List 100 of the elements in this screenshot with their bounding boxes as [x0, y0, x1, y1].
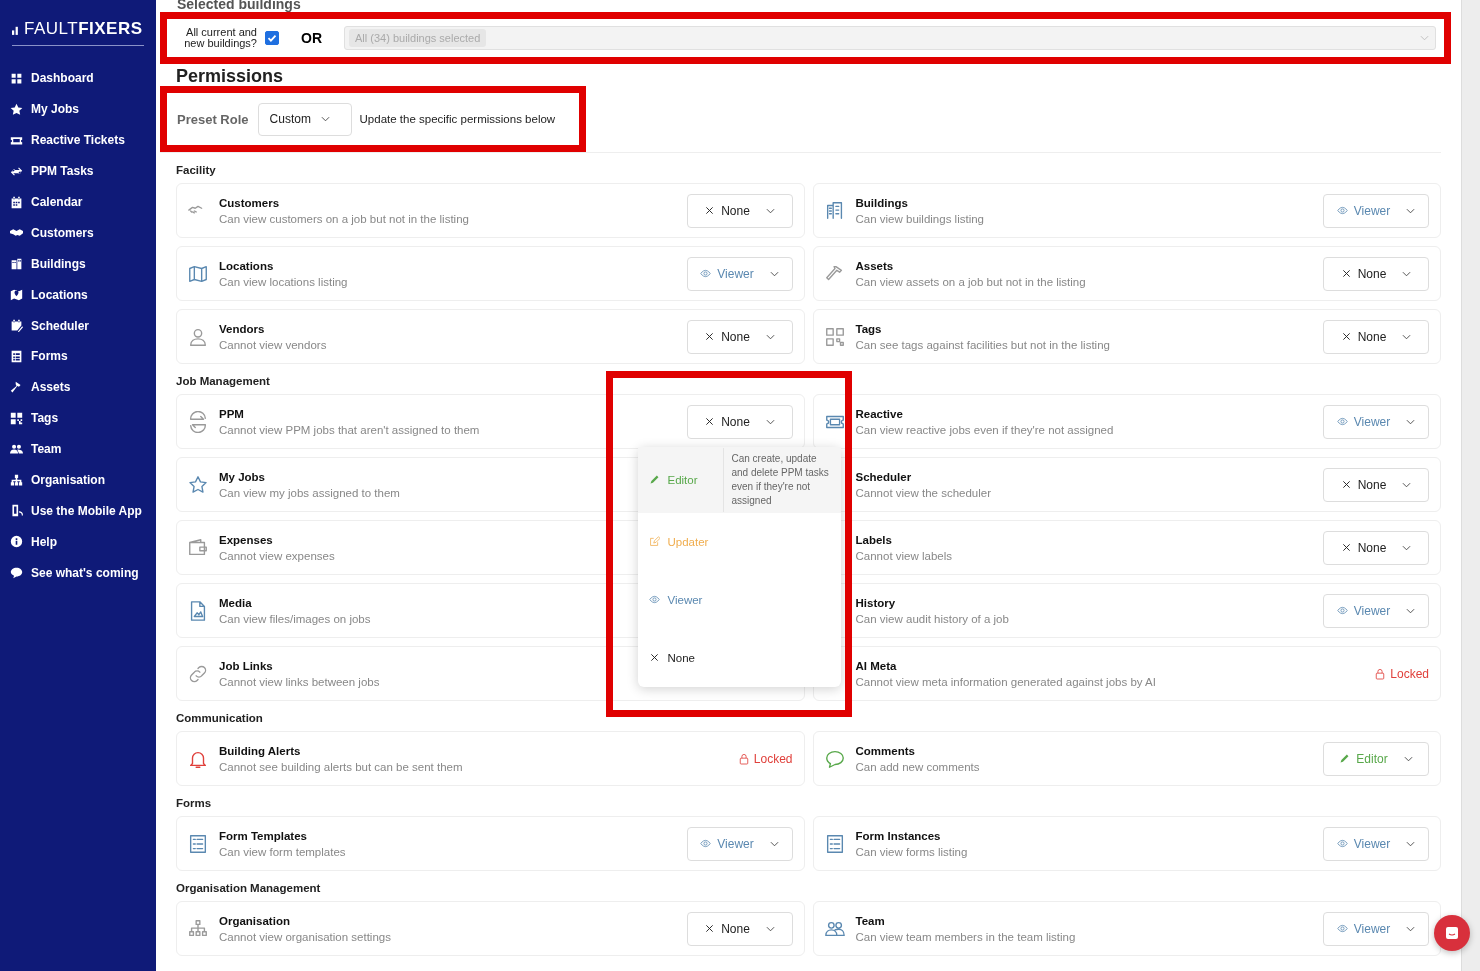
permission-description: Can view reactive jobs even if they're not assigned: [855, 423, 1114, 436]
sidebar-item[interactable]: Help: [0, 526, 156, 558]
sidebar-item[interactable]: PPM Tasks: [0, 155, 156, 187]
access-select[interactable]: Viewer: [686, 256, 793, 291]
sidebar-item[interactable]: See what's coming: [0, 557, 156, 589]
access-select[interactable]: None: [1323, 530, 1429, 565]
sidebar-item[interactable]: Reactive Tickets: [0, 124, 156, 156]
permission-description: Cannot view meta information generated against jobs by AI: [855, 675, 1156, 688]
caret-icon: [765, 418, 775, 425]
scrollbar[interactable]: [1461, 0, 1480, 971]
permission-name: Scheduler: [855, 470, 913, 483]
permission-name: Reactive: [855, 407, 904, 420]
menu-option[interactable]: Viewer: [637, 570, 841, 629]
sidebar-item[interactable]: Scheduler: [0, 310, 156, 341]
pencil-icon: [1339, 753, 1351, 764]
eye-icon: [1336, 838, 1348, 849]
permission-description: Cannot view organisation settings: [219, 930, 391, 943]
access-select[interactable]: None: [686, 911, 793, 946]
permission-name: Job Links: [219, 659, 274, 672]
calendar-icon: [10, 195, 23, 209]
permission-description: Can view form templates: [219, 845, 346, 858]
permission-description: Can view buildings listing: [855, 212, 984, 225]
section-heading: Communication: [176, 712, 264, 724]
edit-icon: [648, 536, 660, 548]
access-select[interactable]: Viewer: [686, 826, 793, 861]
permission-description: Cannot see building alerts but can be sent them: [219, 760, 463, 773]
permission-name: Vendors: [219, 322, 266, 335]
permission-description: Cannot view links between jobs: [219, 675, 380, 688]
sidebar-item[interactable]: Tags: [0, 402, 156, 434]
access-select[interactable]: Viewer: [1323, 911, 1429, 946]
access-select[interactable]: Viewer: [1323, 593, 1429, 628]
caret-icon: [1402, 544, 1412, 551]
sidebar-item[interactable]: Team: [0, 433, 156, 465]
access-select[interactable]: None: [1323, 256, 1429, 291]
eye-icon: [1336, 923, 1348, 934]
check-icon: [266, 32, 278, 44]
access-select[interactable]: None: [686, 193, 793, 228]
chat-bubble-icon: [10, 566, 23, 580]
caret-icon: [769, 840, 779, 847]
permission-description: Can view team members in the team listing: [855, 930, 1076, 943]
permission-name: My Jobs: [219, 470, 266, 483]
sidebar-item[interactable]: Assets: [0, 371, 156, 403]
caret-icon: [765, 333, 775, 340]
permission-description: Can view assets on a job but not in the listing: [855, 275, 1086, 288]
permission-name: Assets: [855, 259, 895, 272]
close-icon: [704, 923, 716, 934]
phone-icon: [10, 504, 23, 518]
close-icon: [1340, 268, 1352, 279]
sidebar-item[interactable]: Calendar: [0, 186, 156, 218]
caret-icon: [765, 207, 775, 214]
menu-option[interactable]: None: [637, 628, 841, 687]
permission-name: AI Meta: [855, 659, 898, 672]
access-select[interactable]: Viewer: [1323, 826, 1429, 861]
grid-icon: [10, 71, 23, 85]
sidebar-item[interactable]: My Jobs: [0, 93, 156, 125]
permission-name: Team: [855, 914, 886, 927]
caret-icon: [1403, 755, 1413, 762]
hint-text: Update the specific permissions below: [359, 113, 556, 125]
access-select[interactable]: None: [1323, 467, 1429, 502]
caret-icon: [1406, 840, 1416, 847]
sidebar-item[interactable]: Dashboard: [0, 63, 156, 94]
page-heading: Permissions: [176, 66, 285, 86]
checkbox[interactable]: [265, 31, 279, 45]
permission-name: Locations: [219, 259, 275, 272]
cycle-arrows-icon: [187, 410, 209, 433]
star-icon: [10, 102, 23, 116]
access-select[interactable]: None: [1323, 319, 1429, 354]
field-label: Preset Role: [177, 111, 249, 127]
permission-name: Media: [219, 596, 253, 609]
close-icon: [704, 331, 716, 342]
sidebar-item[interactable]: Forms: [0, 341, 156, 372]
section-heading: Job Management: [176, 375, 271, 387]
access-select[interactable]: None: [686, 404, 793, 439]
sidebar-item[interactable]: Organisation: [0, 464, 156, 496]
access-select[interactable]: Viewer: [1323, 404, 1429, 439]
sidebar-item[interactable]: Buildings: [0, 248, 156, 280]
menu-option[interactable]: Editor Can create, update and delete PPM tasks even if they're not assigned: [637, 446, 841, 513]
sidebar-item[interactable]: Use the Mobile App: [0, 495, 156, 527]
permission-description: Can view forms listing: [855, 845, 968, 858]
access-select[interactable]: Viewer: [1323, 193, 1429, 228]
qr-code-icon: [10, 411, 23, 425]
close-icon: [704, 416, 716, 427]
caret-icon: [1402, 481, 1412, 488]
permission-name: Tags: [855, 322, 883, 335]
preset-role-select[interactable]: Custom: [257, 102, 352, 136]
map-icon: [10, 288, 23, 302]
lock-icon: [1375, 667, 1386, 680]
sidebar-item[interactable]: Customers: [0, 217, 156, 249]
permission-name: Form Instances: [855, 829, 942, 842]
permission-description: Can view files/images on jobs: [219, 612, 371, 625]
eye-icon: [700, 838, 712, 849]
caret-icon: [769, 270, 779, 277]
calendar-edit-icon: [10, 319, 23, 333]
brand-logo: FAULTFIXERS: [12, 19, 144, 46]
access-select[interactable]: None: [686, 319, 793, 354]
permission-name: Buildings: [855, 196, 909, 209]
caret-icon: [1402, 270, 1412, 277]
hammer-icon: [10, 380, 23, 394]
permission-name: History: [855, 596, 897, 609]
sidebar-item[interactable]: Locations: [0, 279, 156, 311]
